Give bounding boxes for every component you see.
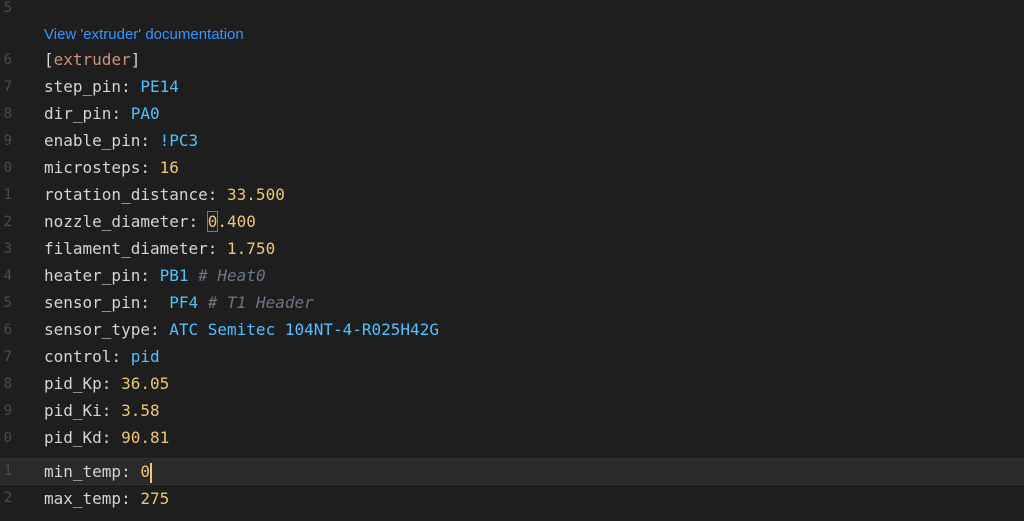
section-name: extruder (53, 50, 131, 69)
config-value: !PC3 (159, 131, 199, 150)
config-value: PF4 (169, 293, 199, 312)
line-number: 1 (3, 463, 12, 479)
inline-comment: # T1 Header (207, 293, 314, 312)
line-number: 3 (3, 241, 12, 257)
config-line[interactable]: pid_Kp: 36.05 (44, 370, 169, 397)
config-key: pid_Ki (44, 401, 102, 420)
config-value: 36.05 (121, 374, 170, 393)
line-number: 1 (3, 187, 12, 203)
config-key: control (44, 347, 112, 366)
separator: : (149, 320, 170, 339)
line-number: 5 (3, 295, 12, 311)
config-line-current[interactable]: min_temp: 0 (44, 458, 152, 485)
config-key: sensor_type (44, 320, 150, 339)
separator: : (207, 185, 228, 204)
line-number: 9 (3, 133, 12, 149)
line-number: 6 (3, 322, 12, 338)
config-line[interactable]: sensor_type: ATC Semitec 104NT-4-R025H42… (44, 316, 439, 343)
separator: : (121, 489, 141, 508)
config-value: PB1 (159, 266, 189, 285)
config-value: 16 (159, 158, 179, 177)
config-line[interactable]: control: pid (44, 343, 160, 370)
config-key: filament_diameter (44, 239, 208, 258)
config-line[interactable]: step_pin: PE14 (44, 73, 179, 100)
separator: : (207, 239, 228, 258)
line-number: 4 (3, 268, 12, 284)
text-cursor (149, 462, 152, 483)
config-value: pid (130, 347, 160, 366)
line-number: 6 (3, 52, 12, 68)
config-key: max_temp (44, 489, 122, 508)
config-line[interactable]: pid_Ki: 3.58 (44, 397, 160, 424)
line-number: 9 (3, 403, 12, 419)
line-number: 7 (3, 349, 12, 365)
bracket-open: [ (44, 50, 54, 69)
config-key: heater_pin (44, 266, 141, 285)
config-value: 33.500 (227, 185, 285, 204)
config-key: nozzle_diameter (44, 212, 189, 231)
inline-comment: # Heat0 (198, 266, 266, 285)
config-value: PA0 (130, 104, 160, 123)
separator: : (121, 462, 141, 481)
config-value: 3.58 (121, 401, 160, 420)
separator: : (101, 374, 122, 393)
config-value: ATC Semitec 104NT-4-R025H42G (169, 320, 439, 339)
separator: : (140, 131, 160, 150)
config-key: step_pin (44, 77, 122, 96)
section-header-line[interactable]: [extruder] (44, 46, 140, 73)
line-number: 5 (3, 0, 12, 16)
config-key: dir_pin (44, 104, 112, 123)
view-documentation-link[interactable]: View 'extruder' documentation (44, 26, 244, 43)
config-line[interactable]: max_temp: 275 (44, 485, 169, 512)
config-key: pid_Kd (44, 428, 102, 447)
line-number: 8 (3, 376, 12, 392)
line-number: 7 (3, 79, 12, 95)
config-value: .400 (217, 212, 256, 231)
config-line[interactable]: pid_Kd: 90.81 (44, 424, 169, 451)
config-line[interactable]: enable_pin: !PC3 (44, 127, 198, 154)
separator: : (140, 158, 160, 177)
line-number: 0 (3, 430, 12, 446)
config-key: pid_Kp (44, 374, 102, 393)
separator: : (188, 212, 208, 231)
config-key: rotation_distance (44, 185, 208, 204)
line-number: 2 (3, 490, 12, 506)
config-line[interactable]: sensor_pin: PF4 # T1 Header (44, 289, 314, 316)
config-key: sensor_pin (44, 293, 141, 312)
config-key: enable_pin (44, 131, 141, 150)
config-line[interactable]: rotation_distance: 33.500 (44, 181, 285, 208)
config-value: PE14 (140, 77, 179, 96)
separator: : (111, 104, 131, 123)
separator: : (140, 266, 160, 285)
config-line[interactable]: filament_diameter: 1.750 (44, 235, 275, 262)
config-line[interactable]: heater_pin: PB1 # Heat0 (44, 262, 266, 289)
current-line-highlight (0, 458, 1024, 485)
config-value: 0 (140, 462, 150, 481)
separator: : (101, 401, 122, 420)
separator: : (111, 347, 131, 366)
separator: : (140, 293, 170, 312)
bracket-close: ] (130, 50, 141, 69)
config-key: min_temp (44, 462, 122, 481)
code-editor[interactable]: 5 6 7 8 9 0 1 2 3 4 5 6 7 8 9 0 1 2 View… (0, 0, 1024, 521)
config-line[interactable]: microsteps: 16 (44, 154, 179, 181)
separator: : (101, 428, 122, 447)
config-key: microsteps (44, 158, 141, 177)
line-number: 8 (3, 106, 12, 122)
config-line[interactable]: dir_pin: PA0 (44, 100, 160, 127)
config-value: 90.81 (121, 428, 170, 447)
config-line[interactable]: nozzle_diameter: 0.400 (44, 208, 256, 235)
line-number: 2 (3, 214, 12, 230)
config-value: 275 (140, 489, 170, 508)
line-number: 0 (3, 160, 12, 176)
separator: : (121, 77, 141, 96)
config-value: 1.750 (227, 239, 276, 258)
matched-char-highlight: 0 (206, 211, 219, 232)
